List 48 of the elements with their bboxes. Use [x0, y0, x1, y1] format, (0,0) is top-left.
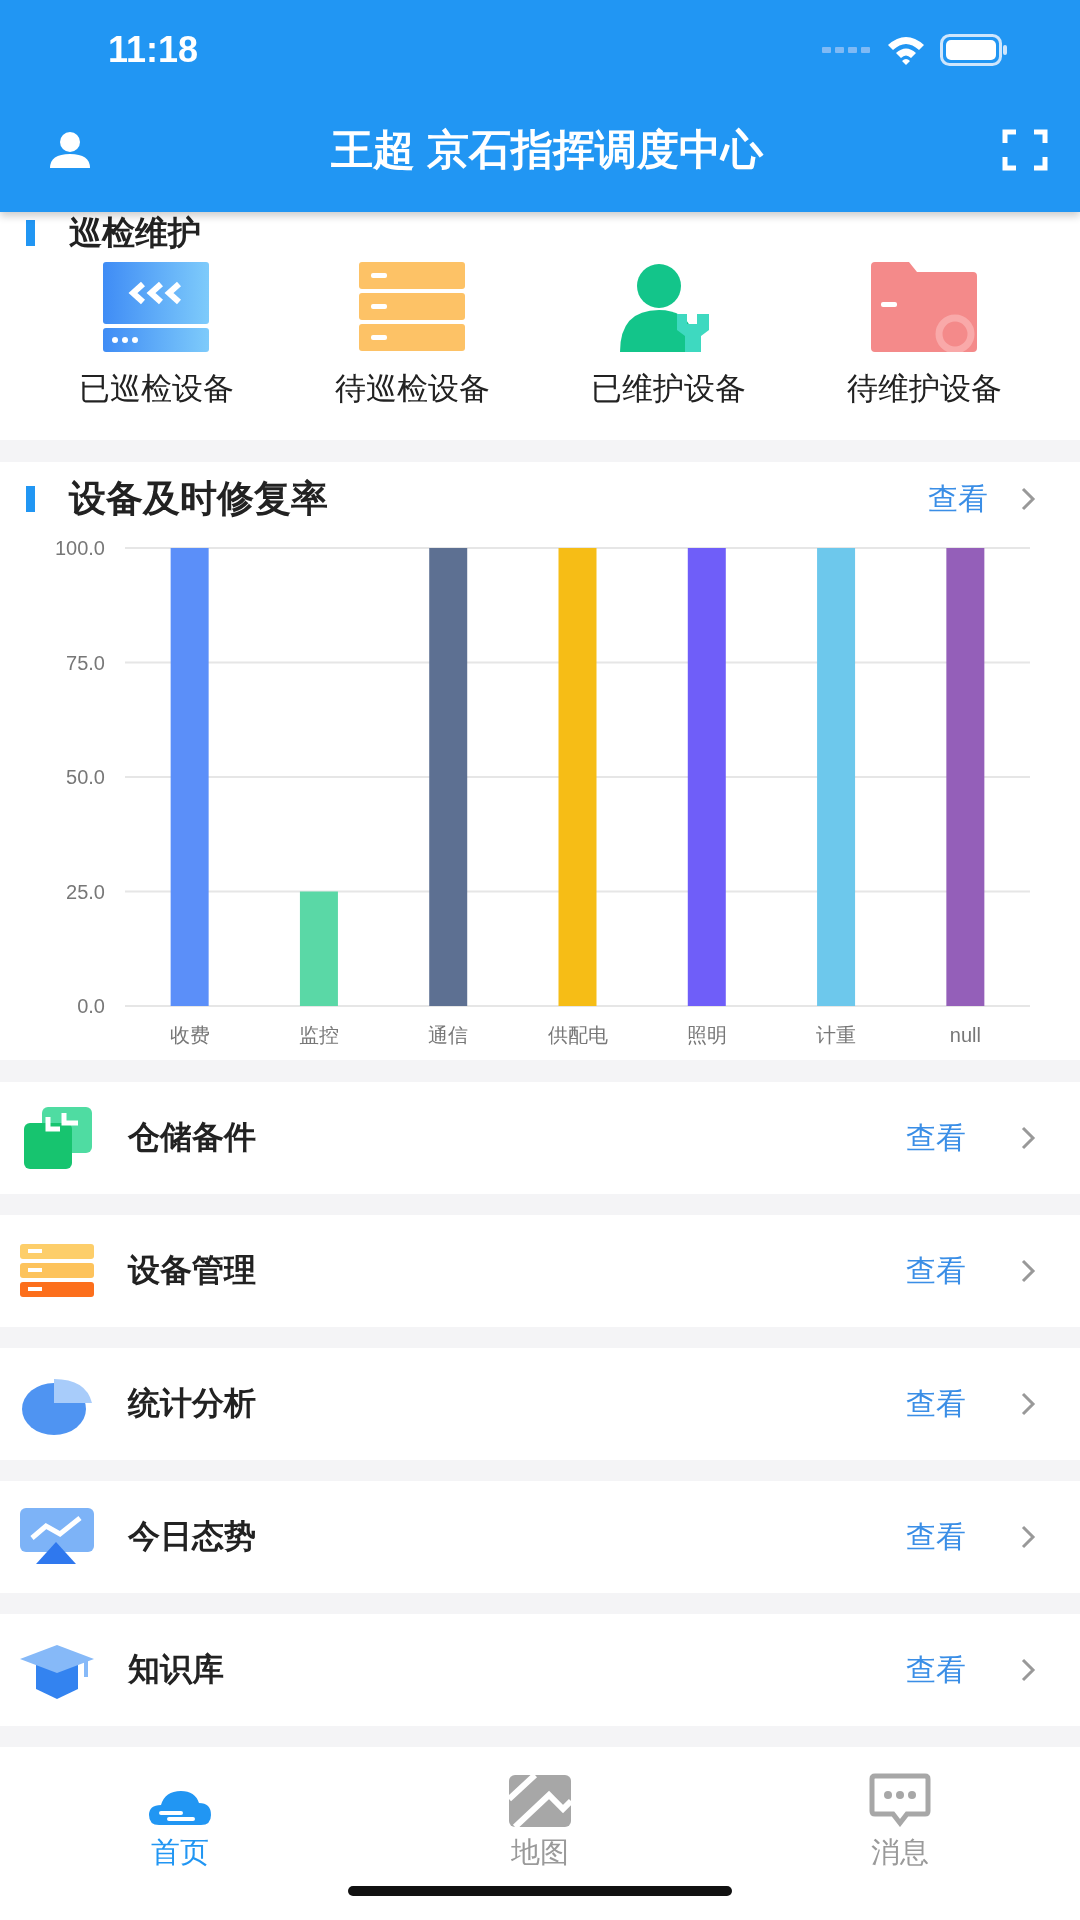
axis-tick-label: 50.0	[66, 766, 105, 788]
section-marker	[26, 220, 35, 246]
section-marker	[26, 486, 35, 512]
menu-label: 设备管理	[128, 1251, 256, 1290]
folder-gear-icon[interactable]	[871, 262, 977, 352]
map-icon	[509, 1775, 571, 1827]
chat-icon	[869, 1773, 931, 1827]
axis-category-label: 通信	[428, 1024, 469, 1046]
server-stack-icon[interactable]	[359, 262, 465, 352]
axis-tick-label: 0.0	[77, 995, 105, 1017]
chevron-right-icon	[1020, 1258, 1036, 1284]
wifi-icon	[886, 35, 926, 65]
status-time: 11:18	[108, 29, 199, 71]
menu-label: 知识库	[128, 1650, 224, 1689]
axis-category-label: 收费	[169, 1024, 210, 1046]
chevron-right-icon	[1020, 1125, 1036, 1151]
axis-category-label: 监控	[298, 1024, 339, 1046]
menu-label: 统计分析	[128, 1384, 256, 1423]
menu-row[interactable]: 知识库 查看	[0, 1614, 1080, 1726]
category-label[interactable]: 待巡检设备	[334, 368, 490, 410]
menu-label: 今日态势	[128, 1517, 256, 1556]
user-icon[interactable]	[48, 130, 92, 170]
menu-row[interactable]: 设备管理 查看	[0, 1215, 1080, 1327]
section-title: 设备及时修复率	[69, 477, 328, 521]
section-title: 巡检维护	[69, 212, 201, 253]
category-label[interactable]: 待维护设备	[846, 368, 1002, 410]
menu-label: 仓储备件	[128, 1118, 256, 1157]
chevron-right-icon[interactable]	[1020, 486, 1036, 512]
signal-icon	[822, 45, 872, 55]
menu-row[interactable]: 今日态势 查看	[0, 1481, 1080, 1593]
axis-category-label: 供配电	[547, 1024, 608, 1046]
category-label[interactable]: 已巡检设备	[78, 368, 234, 410]
axis-category-label: 计重	[816, 1024, 857, 1046]
category-label[interactable]: 已维护设备	[590, 368, 746, 410]
axis-category-label: 照明	[686, 1024, 727, 1046]
page-title: 王超 京石指挥调度中心	[330, 125, 765, 175]
axis-tick-label: 100.0	[54, 537, 105, 559]
battery-icon	[940, 34, 1008, 66]
menu-row[interactable]: 仓储备件 查看	[0, 1082, 1080, 1194]
menu-row[interactable]: 统计分析 查看	[0, 1348, 1080, 1460]
chevron-right-icon	[1020, 1657, 1036, 1683]
axis-tick-label: 75.0	[66, 651, 105, 674]
axis-tick-label: 25.0	[66, 880, 105, 903]
fullscreen-icon[interactable]	[1002, 129, 1048, 171]
chevron-right-icon	[1020, 1524, 1036, 1550]
axis-category-label: null	[949, 1024, 981, 1046]
chevron-right-icon	[1020, 1391, 1036, 1417]
server-icon[interactable]	[103, 262, 209, 352]
